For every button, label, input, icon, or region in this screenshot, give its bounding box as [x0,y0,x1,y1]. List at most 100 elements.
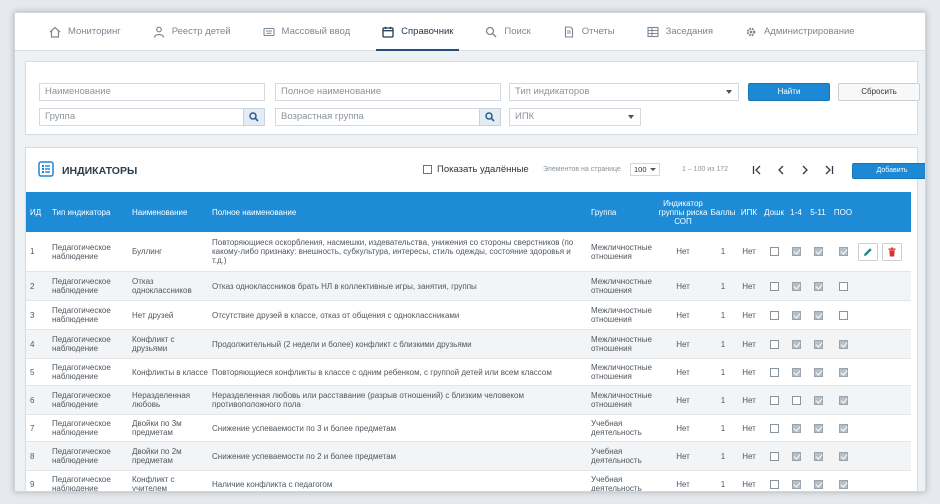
g14-checkbox[interactable] [791,339,801,349]
header-id[interactable]: ИД [30,192,48,232]
g14-checkbox[interactable] [791,367,801,377]
presch-checkbox[interactable] [769,247,779,256]
g14-checkbox[interactable] [791,310,801,320]
g511-checkbox[interactable] [813,479,823,489]
g511-checkbox[interactable] [813,423,823,433]
presch-checkbox[interactable] [769,281,779,291]
nav-item-0[interactable]: Мониторинг [37,13,133,51]
g511-checkbox[interactable] [813,247,823,256]
g14-checkbox[interactable] [791,247,801,256]
age-group-search-button[interactable] [479,108,501,126]
nav-item-2[interactable]: Массовый ввод [251,13,363,51]
name-filter-input[interactable]: Наименование [39,83,265,101]
nav-item-1[interactable]: Реестр детей [141,13,243,51]
presch-checkbox[interactable] [769,451,779,461]
last-page-icon [825,165,834,175]
presch-checkbox[interactable] [769,423,779,433]
nav-item-4[interactable]: Поиск [473,13,542,51]
header-sop[interactable]: Индикатор группы риска СОП [656,192,710,232]
nav-item-5[interactable]: Отчеты [551,13,627,51]
reset-button[interactable]: Сбросить [838,83,920,101]
poo-checkbox[interactable] [838,247,848,256]
keyboard-icon [262,26,275,38]
g511-checkbox[interactable] [813,339,823,349]
g14-checkbox[interactable] [791,451,801,461]
delete-button[interactable] [882,243,902,261]
show-deleted-checkbox[interactable] [423,165,432,174]
poo-checkbox[interactable] [838,339,848,349]
g511-checkbox[interactable] [813,451,823,461]
presch-checkbox[interactable] [769,395,779,405]
g14-checkbox[interactable] [791,479,801,489]
cell-g14 [786,330,806,358]
g511-checkbox[interactable] [813,395,823,405]
next-page-button[interactable] [798,163,812,177]
nav-item-label: Справочник [401,26,454,37]
table-row[interactable]: 4 Педагогическое наблюдение Конфликт с дру… [26,330,911,359]
full-name-filter-input[interactable]: Полное наименование [275,83,501,101]
nav-item-6[interactable]: Заседания [635,13,725,51]
poo-checkbox[interactable] [838,367,848,377]
nav-item-3[interactable]: Справочник [370,13,465,51]
g511-checkbox[interactable] [813,281,823,291]
table-row[interactable]: 6 Педагогическое наблюдение Неразделенная … [26,386,911,415]
header-type[interactable]: Тип индикатора [52,192,130,232]
cell-sop: Нет [676,423,690,433]
cell-id: 1 [30,247,35,256]
table-row[interactable]: 5 Педагогическое наблюдение Конфликты в кл… [26,359,911,386]
prev-page-button[interactable] [774,163,788,177]
poo-checkbox[interactable] [838,479,848,489]
header-g511[interactable]: 5-11 [806,192,830,232]
presch-checkbox[interactable] [769,479,779,489]
show-deleted-toggle[interactable]: Показать удалённые [423,164,529,175]
header-name[interactable]: Наименование [132,192,210,232]
poo-checkbox[interactable] [838,423,848,433]
table-row[interactable]: 1 Педагогическое наблюдение Буллинг Повторя… [26,232,911,272]
add-button[interactable]: Добавить [852,163,925,179]
last-page-button[interactable] [822,163,836,177]
presch-checkbox[interactable] [769,339,779,349]
poo-checkbox[interactable] [838,395,848,405]
indicator-type-select[interactable]: Тип индикаторов [509,83,739,101]
g14-checkbox[interactable] [791,423,801,433]
g511-checkbox[interactable] [813,367,823,377]
cell-score: 1 [720,367,726,377]
top-navigation: Мониторинг Реестр детей Массовый ввод Справ… [15,13,925,51]
age-group-filter-input[interactable]: Возрастная группа [275,108,501,126]
g511-checkbox[interactable] [813,310,823,320]
header-full-name[interactable]: Полное наименование [212,192,582,232]
table-row[interactable]: 7 Педагогическое наблюдение Двойки по 3м п… [26,415,911,442]
cell-ipk: Нет [742,423,756,433]
edit-button[interactable] [858,243,878,261]
poo-checkbox[interactable] [838,281,848,291]
cell-ipk: Нет [742,367,756,377]
group-search-button[interactable] [243,108,265,126]
header-ipk[interactable]: ИПК [736,192,762,232]
ipk-select[interactable]: ИПК [509,108,641,126]
table-row[interactable]: 8 Педагогическое наблюдение Двойки по 2м п… [26,442,911,471]
nav-item-7[interactable]: Администрирование [733,13,867,51]
table-row[interactable]: 2 Педагогическое наблюдение Отказ одноклас… [26,272,911,301]
find-button[interactable]: Найти [748,83,830,101]
per-page-select[interactable]: 100 [630,163,660,176]
table-row[interactable]: 9 Педагогическое наблюдение Конфликт с учи… [26,471,911,491]
g14-checkbox[interactable] [791,395,801,405]
g14-checkbox[interactable] [791,281,801,291]
header-group[interactable]: Группа [591,192,651,232]
header-poo[interactable]: ПОО [830,192,856,232]
cell-id: 6 [30,395,35,405]
search-icon [249,112,259,122]
presch-checkbox[interactable] [769,310,779,320]
cell-sop: Нет [676,281,690,291]
table-row[interactable]: 3 Педагогическое наблюдение Нет друзей Отсу… [26,301,911,330]
header-score[interactable]: Баллы [708,192,738,232]
cell-type: Педагогическое наблюдение [52,277,111,295]
poo-checkbox[interactable] [838,451,848,461]
group-filter-input[interactable]: Группа [39,108,265,126]
header-g14[interactable]: 1-4 [786,192,806,232]
first-page-button[interactable] [750,163,764,177]
presch-checkbox[interactable] [769,367,779,377]
poo-checkbox[interactable] [838,310,848,320]
cell-presch [760,330,788,358]
header-presch[interactable]: Дошк [760,192,788,232]
